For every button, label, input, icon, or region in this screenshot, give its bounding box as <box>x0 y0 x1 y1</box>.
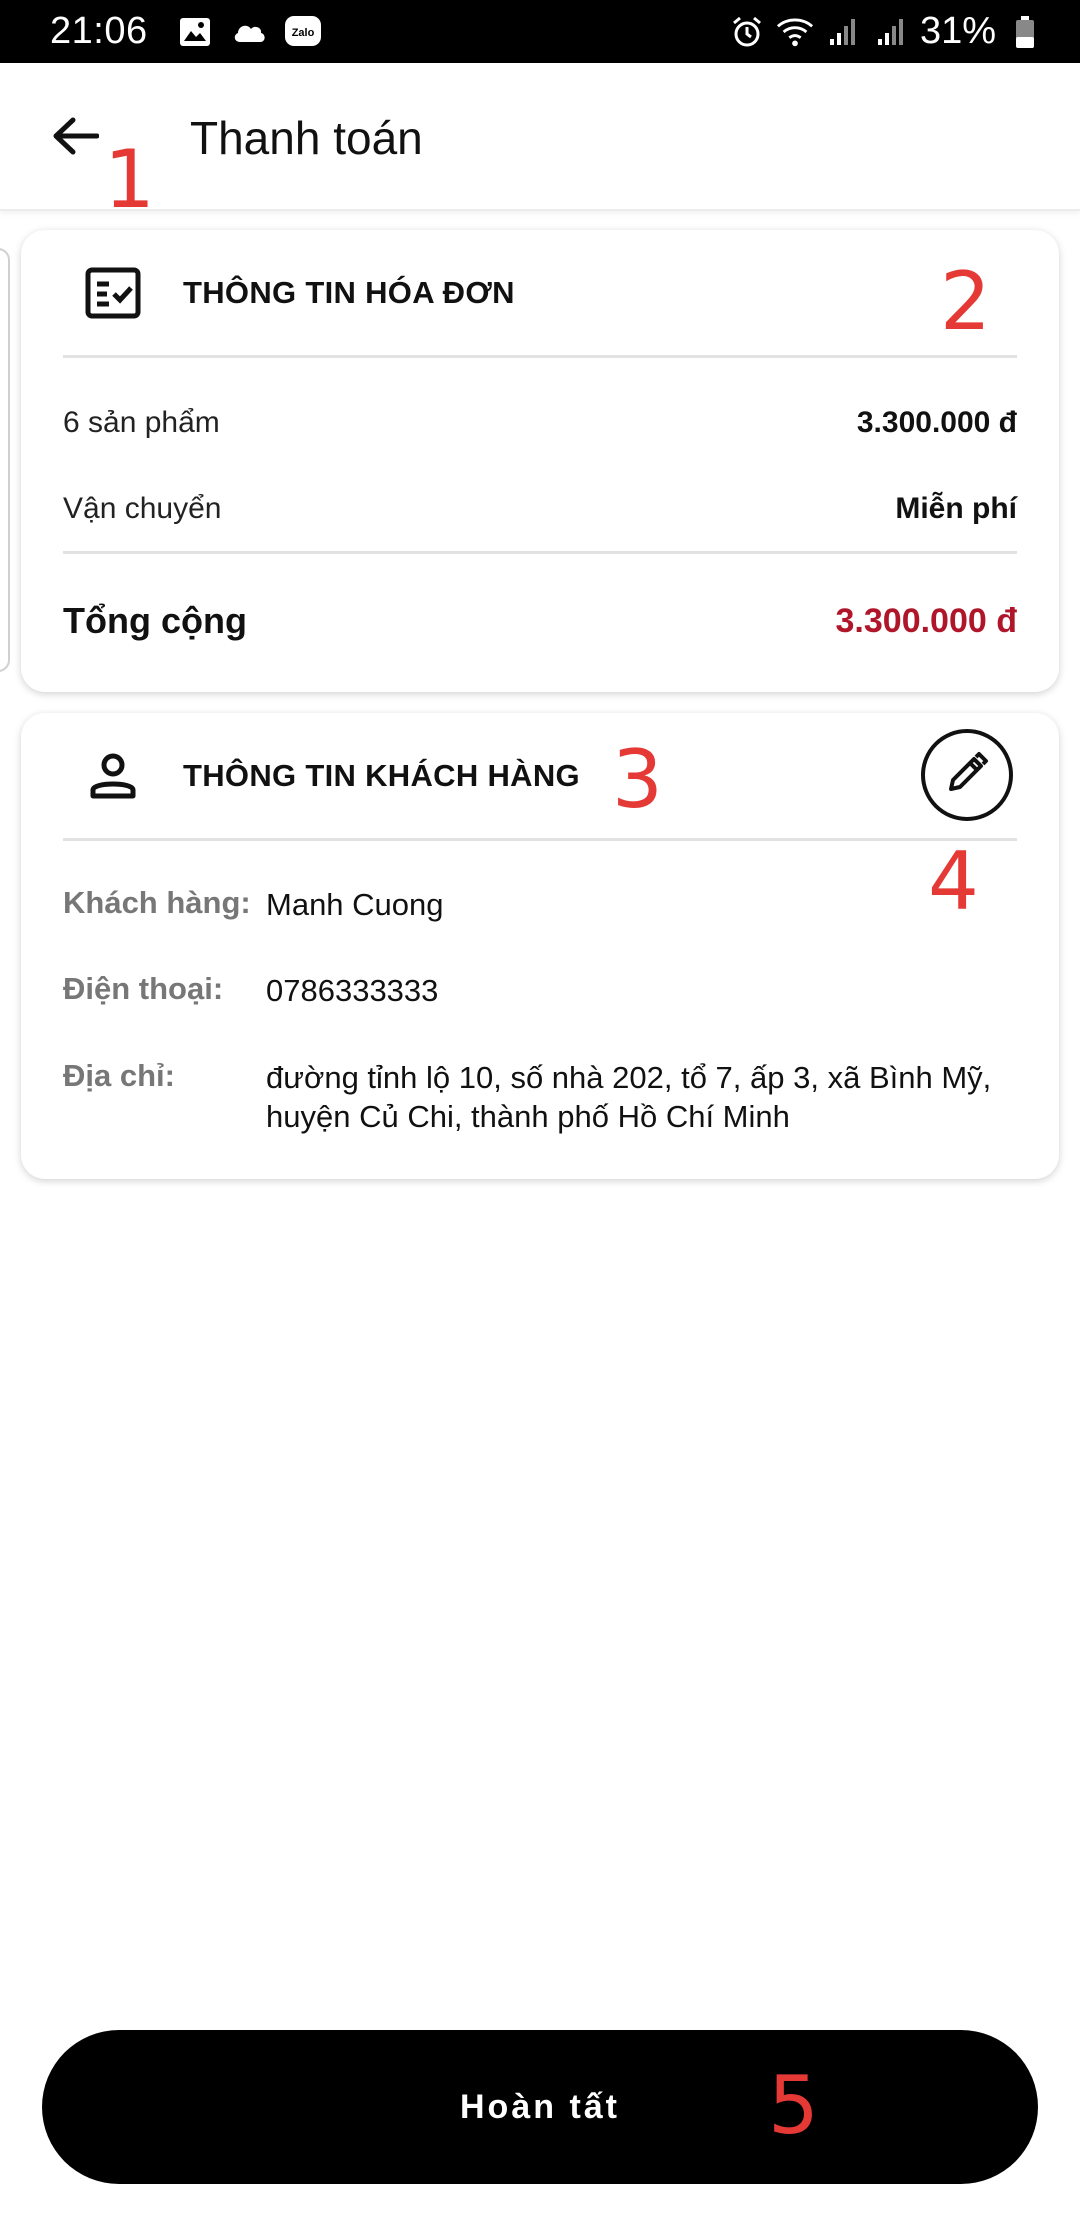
invoice-card-header: THÔNG TIN HÓA ĐƠN <box>63 230 1017 358</box>
customer-card: THÔNG TIN KHÁCH HÀNG Khách hàng: Manh Cu… <box>21 713 1059 1179</box>
customer-card-title: THÔNG TIN KHÁCH HÀNG <box>183 757 580 793</box>
zalo-icon: Zalo <box>284 13 322 51</box>
status-right: 31% <box>728 10 1044 53</box>
alarm-icon <box>728 13 766 51</box>
shipping-row: Vận chuyển Miễn phí <box>63 492 1017 526</box>
status-time: 21:06 <box>50 10 148 52</box>
customer-card-header: THÔNG TIN KHÁCH HÀNG <box>63 713 1017 841</box>
total-divider <box>63 551 1017 554</box>
finish-button[interactable]: Hoàn tất <box>42 2030 1038 2184</box>
page-title: Thanh toán <box>190 112 423 164</box>
signal-icon <box>824 13 862 51</box>
arrow-left-icon <box>51 116 100 161</box>
pencil-icon <box>943 749 991 802</box>
zalo-icon-text: Zalo <box>291 27 314 39</box>
invoice-card-title: THÔNG TIN HÓA ĐƠN <box>183 274 515 310</box>
annotation-1: 1 <box>104 133 155 226</box>
total-row: Tổng cộng 3.300.000 đ <box>63 600 1017 642</box>
total-label: Tổng cộng <box>63 600 247 641</box>
status-bar: 21:06 Zalo 31% <box>0 0 1080 63</box>
shipping-label: Vận chuyển <box>63 492 222 525</box>
annotation-5: 5 <box>768 2059 819 2152</box>
annotation-2: 2 <box>940 255 991 348</box>
address-line-1: đường tỉnh lộ 10, số nhà 202, tổ 7, ấp 3… <box>266 1060 992 1095</box>
receipt-check-icon <box>83 263 143 323</box>
customer-address-label: Địa chỉ: <box>63 1058 175 1093</box>
image-icon <box>176 13 214 51</box>
back-button[interactable] <box>40 103 110 173</box>
previous-card-edge <box>0 248 10 672</box>
customer-phone-label: Điện thoại: <box>63 971 224 1006</box>
battery-icon <box>1006 13 1044 51</box>
cloud-icon <box>230 13 268 51</box>
annotation-4: 4 <box>928 835 979 928</box>
products-value: 3.300.000 đ <box>856 406 1017 439</box>
customer-name-label: Khách hàng: <box>63 885 251 920</box>
customer-phone-value: 0786333333 <box>266 973 439 1008</box>
app-bar: Thanh toán <box>0 63 1080 211</box>
address-line-2: huyện Củ Chi, thành phố Hồ Chí Minh <box>266 1099 790 1134</box>
products-label: 6 sản phẩm <box>63 406 220 439</box>
person-icon <box>83 746 143 806</box>
edit-customer-button[interactable] <box>921 729 1013 821</box>
customer-address-value: đường tỉnh lộ 10, số nhà 202, tổ 7, ấp 3… <box>266 1058 991 1136</box>
annotation-3: 3 <box>612 733 663 826</box>
customer-address-row: Địa chỉ: đường tỉnh lộ 10, số nhà 202, t… <box>63 1058 1017 1136</box>
wifi-icon <box>776 13 814 51</box>
signal-icon <box>872 13 910 51</box>
invoice-card: THÔNG TIN HÓA ĐƠN 6 sản phẩm 3.300.000 đ… <box>21 230 1059 692</box>
battery-percent: 31% <box>919 10 996 52</box>
shipping-value: Miễn phí <box>895 492 1017 525</box>
customer-name-row: Khách hàng: Manh Cuong <box>63 885 1017 924</box>
total-value: 3.300.000 đ <box>835 601 1017 640</box>
customer-phone-row: Điện thoại: 0786333333 <box>63 971 1017 1010</box>
products-row: 6 sản phẩm 3.300.000 đ <box>63 406 1017 440</box>
status-left-icons: Zalo <box>176 13 322 51</box>
customer-name-value: Manh Cuong <box>266 887 444 922</box>
